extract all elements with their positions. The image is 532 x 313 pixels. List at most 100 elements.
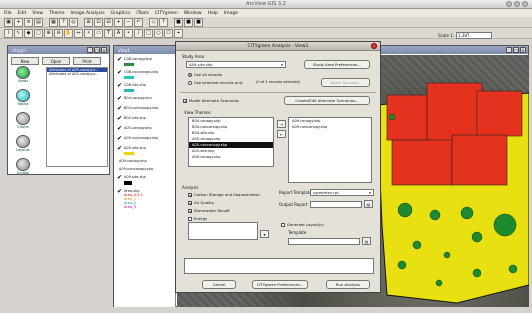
window-zoom-button[interactable] — [522, 1, 528, 7]
print-button[interactable]: Print — [73, 57, 101, 65]
zoom-selected-button[interactable]: ⊟ — [104, 17, 113, 27]
minimize-button[interactable]: _ — [506, 47, 512, 53]
theme-visible-check[interactable]: ✔ — [117, 146, 122, 152]
run-analysis-button[interactable]: Run Analysis — [326, 280, 370, 289]
theme-visible-check[interactable]: ✔ — [117, 96, 122, 102]
hotlink-tool[interactable]: ⚡ — [84, 28, 93, 38]
zoom-out-button[interactable]: − — [124, 17, 133, 27]
menu-image[interactable]: Image — [224, 11, 238, 16]
study-area-preferences-button[interactable]: Study Area Preferences... — [304, 60, 370, 69]
legend-item[interactable]: ✔ A05-site.shp — [114, 144, 175, 157]
zoom-out-tool[interactable]: ⊖ — [54, 28, 63, 38]
remove-theme-arrow-button[interactable]: ← — [277, 130, 286, 138]
use-selected-records-radio[interactable]: Use selected records only — [188, 80, 243, 85]
layouts-doc-item[interactable]: Layouts — [12, 135, 34, 155]
menu-help[interactable]: Help — [208, 11, 218, 16]
theme-properties-button[interactable]: ≡ — [24, 17, 33, 27]
legend-item[interactable]: ✔ B04-site.shp — [114, 114, 175, 124]
draw-poly-tool[interactable]: ⬠ — [164, 28, 173, 38]
theme-visible-check[interactable]: ✔ — [117, 175, 122, 181]
pointer-tool[interactable]: ↖ — [14, 28, 23, 38]
text-tool[interactable]: A — [114, 28, 123, 38]
citygreen-tool-3[interactable]: ■ — [194, 17, 203, 27]
menu-file[interactable]: File — [4, 11, 12, 16]
theme-visible-check[interactable]: ✔ — [117, 136, 122, 142]
maximize-button[interactable]: □ — [94, 47, 100, 53]
views-doc-item[interactable]: Views — [12, 66, 34, 86]
snap-tool[interactable]: ⌖ — [174, 28, 183, 38]
model-alternate-checkbox[interactable]: ✔ Model Alternate Scenarios — [183, 98, 239, 103]
theme-visible-check[interactable]: ✔ — [117, 106, 122, 112]
vertex-edit-tool[interactable]: ◆ — [24, 28, 33, 38]
draw-point-tool[interactable]: • — [124, 28, 133, 38]
maximize-button[interactable]: □ — [513, 47, 519, 53]
document-list-item[interactable]: Attributes of A05-canopy.s... — [47, 72, 107, 76]
save-button[interactable]: ▣ — [4, 17, 13, 27]
minimize-button[interactable]: _ — [87, 47, 93, 53]
template-field[interactable] — [288, 238, 360, 245]
menu-graphics[interactable]: Graphics — [111, 11, 131, 16]
stormwater-runoff-checkbox[interactable]: ✔ Stormwater Runoff — [188, 208, 230, 213]
use-all-records-radio[interactable]: Use all records — [188, 72, 222, 77]
output-report-field[interactable] — [310, 201, 362, 208]
label-tool[interactable]: T — [104, 28, 113, 38]
draw-rect-tool[interactable]: □ — [144, 28, 153, 38]
dialog-close-button[interactable] — [371, 43, 377, 49]
draw-line-tool[interactable]: / — [134, 28, 143, 38]
close-button[interactable]: × — [520, 47, 526, 53]
citygreen-tool-2[interactable]: ■ — [184, 17, 193, 27]
citygreen-tool-1[interactable]: ■ — [174, 17, 183, 27]
generate-layout-checkbox[interactable]: Generate Layout(s) — [281, 222, 324, 227]
zoom-in-tool[interactable]: ⊕ — [44, 28, 53, 38]
legend-item[interactable]: ✔ A09-site.shp — [114, 173, 175, 187]
locate-button[interactable]: ◎ — [69, 17, 78, 27]
menu-window[interactable]: Window — [184, 11, 202, 16]
create-alternate-button[interactable]: Create/Edit Alternate Scenarios... — [284, 96, 370, 105]
zoom-full-button[interactable]: ⊞ — [84, 17, 93, 27]
theme-visible-check[interactable]: ✔ — [117, 189, 122, 195]
selected-themes-list[interactable]: A09-canopy.shp A09-noncanopy.shp — [288, 117, 372, 183]
add-theme-button[interactable]: + — [14, 17, 23, 27]
new-button[interactable]: New — [11, 57, 39, 65]
selected-theme-item[interactable]: A09-noncanopy.shp — [289, 124, 371, 130]
window-close-button[interactable] — [506, 1, 512, 7]
carbon-storage-checkbox[interactable]: ✔ Carbon Storage and Sequestration — [188, 192, 260, 197]
legend-item[interactable]: A09-noncanopy.shp — [114, 165, 175, 173]
air-quality-checkbox[interactable]: ✔ Air Quality — [188, 200, 214, 205]
legend-item[interactable]: ✔ A05-noncanopy.shp — [114, 134, 175, 144]
menu-image-analysis[interactable]: Image Analysis — [70, 11, 104, 16]
window-minimize-button[interactable] — [514, 1, 520, 7]
open-table-button[interactable]: ▦ — [49, 17, 58, 27]
menu-view[interactable]: View — [32, 11, 43, 16]
legend-item[interactable]: ✔ Area.shp Area_0.0.1 Area_1 Area_2 Area… — [114, 187, 175, 211]
legend-item[interactable]: ✔ B04-noncanopy.shp — [114, 104, 175, 114]
menu-theme[interactable]: Theme — [49, 11, 65, 16]
measure-tool[interactable]: ⇔ — [74, 28, 83, 38]
energy-checkbox[interactable]: Energy — [188, 216, 207, 221]
add-theme-arrow-button[interactable]: → — [277, 120, 286, 128]
tables-doc-item[interactable]: Tables — [12, 89, 34, 109]
scale-input[interactable]: 1,387 — [456, 32, 492, 39]
zoom-previous-button[interactable]: ↶ — [134, 17, 143, 27]
analysis-options-list[interactable] — [188, 222, 258, 240]
legend-item[interactable]: ✔ B04-canopy.shp — [114, 94, 175, 104]
status-message-box[interactable] — [184, 258, 374, 274]
zoom-in-button[interactable]: + — [114, 17, 123, 27]
theme-visible-check[interactable]: ✔ — [117, 57, 122, 63]
select-features-button[interactable]: ◇ — [149, 17, 158, 27]
help-button[interactable]: ? — [159, 17, 168, 27]
zoom-active-button[interactable]: ⊡ — [94, 17, 103, 27]
legend-item[interactable]: ✔ A05-canopy.shp — [114, 124, 175, 134]
menu-edit[interactable]: Edit — [18, 11, 27, 16]
theme-visible-check[interactable]: ✔ — [117, 83, 122, 89]
area-of-interest-tool[interactable]: ▭ — [94, 28, 103, 38]
draw-circle-tool[interactable]: ○ — [154, 28, 163, 38]
scripts-doc-item[interactable]: Scripts — [12, 158, 34, 178]
legend-editor-button[interactable]: ▤ — [34, 17, 43, 27]
available-themes-list[interactable]: B04-canopy.shp B04-noncanopy.shp B04-sit… — [188, 117, 274, 167]
close-button[interactable]: × — [101, 47, 107, 53]
pan-tool[interactable]: ✋ — [64, 28, 73, 38]
query-button[interactable]: ? — [59, 17, 68, 27]
browse-output-button[interactable]: ▤ — [364, 200, 373, 208]
menu-itools[interactable]: ITools — [136, 11, 148, 16]
